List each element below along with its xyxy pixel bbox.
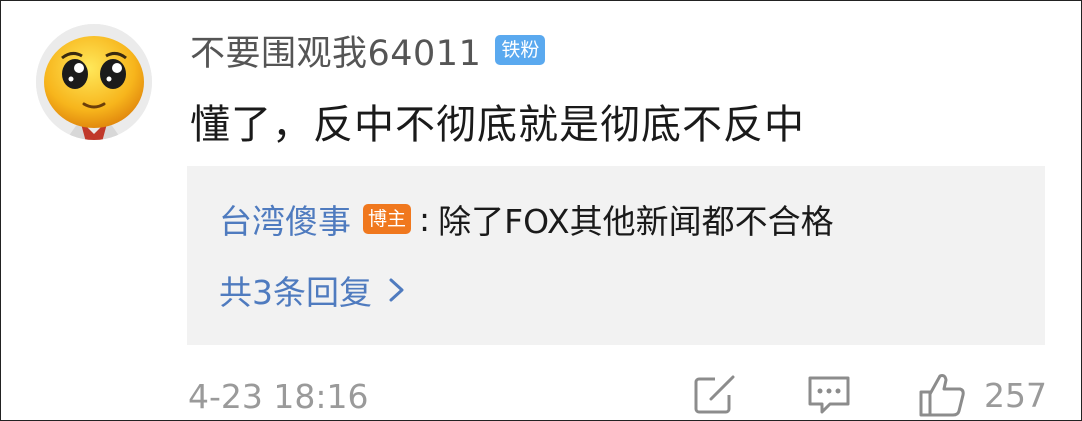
comment-button[interactable] [806, 372, 852, 418]
reply-author[interactable]: 台湾傻事 [219, 195, 351, 243]
edit-share-icon [694, 375, 735, 414]
user-avatar[interactable] [36, 24, 152, 140]
emoji-face-avatar-icon [36, 24, 152, 140]
username[interactable]: 不要围观我64011 [190, 25, 481, 76]
like-count: 257 [984, 375, 1047, 415]
thumbs-up-icon [919, 374, 965, 417]
comment-header: 不要围观我64011 铁粉 [190, 25, 546, 76]
more-replies-label: 共3条回复 [219, 273, 372, 312]
view-all-replies-link[interactable]: 共3条回复 [219, 267, 408, 313]
reply-preview[interactable]: 台湾傻事 博主 : 除了FOX其他新闻都不合格 共3条回复 [187, 166, 1045, 345]
comment-text: 懂了，反中不彻底就是彻底不反中 [190, 102, 805, 148]
like-button[interactable]: 257 [918, 372, 1047, 418]
chevron-right-icon [389, 278, 404, 302]
reply-separator: : [419, 199, 431, 239]
reply-item: 台湾傻事 博主 : 除了FOX其他新闻都不合格 [219, 196, 834, 242]
comment-timestamp: 4-23 18:16 [188, 377, 369, 416]
reply-text: 除了FOX其他新闻都不合格 [438, 202, 834, 241]
comment-bubble-icon [808, 376, 850, 414]
blogger-badge: 博主 [363, 204, 412, 234]
fan-badge: 铁粉 [495, 35, 546, 65]
share-button[interactable] [693, 372, 737, 418]
